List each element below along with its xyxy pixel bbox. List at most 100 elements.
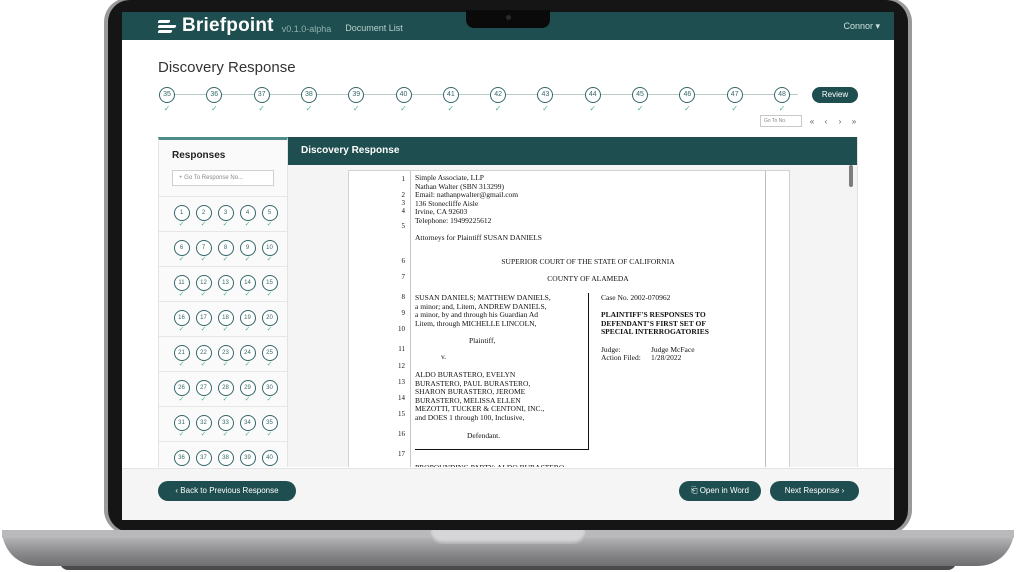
- step-46[interactable]: 46 ✓: [678, 87, 696, 114]
- response-item-11[interactable]: 11 ✓: [173, 275, 190, 299]
- step-47[interactable]: 47 ✓: [726, 87, 744, 114]
- next-response-button[interactable]: Next Response ›: [770, 481, 859, 501]
- check-icon: ✓: [163, 104, 171, 113]
- response-item-8[interactable]: 8 ✓: [217, 240, 234, 264]
- response-item-30[interactable]: 30 ✓: [261, 380, 278, 404]
- response-item-9[interactable]: 9 ✓: [239, 240, 256, 264]
- document-viewer[interactable]: 1 2 3 4 5 6 7 8 9 10 11 12 13 14 15 16 17 Simple Associat…: [288, 165, 857, 467]
- response-item-35[interactable]: 35 ✓: [261, 415, 278, 439]
- response-item-3[interactable]: 3 ✓: [217, 205, 234, 229]
- response-item-33[interactable]: 33 ✓: [217, 415, 234, 439]
- open-in-word-button[interactable]: ⎗ Open in Word: [679, 481, 761, 501]
- court-name: SUPERIOR COURT OF THE STATE OF CALIFORNI…: [501, 257, 675, 266]
- logo[interactable]: Briefpoint v0.1.0-alpha: [157, 15, 331, 37]
- step-number: 42: [490, 87, 507, 103]
- step-45[interactable]: 45 ✓: [631, 87, 649, 114]
- last-page-button[interactable]: »: [850, 117, 858, 126]
- user-menu[interactable]: Connor ▾: [843, 21, 880, 32]
- response-item-36[interactable]: 36✓: [173, 450, 190, 467]
- step-35[interactable]: 35 ✓: [158, 87, 176, 114]
- check-icon: ✓: [352, 104, 360, 113]
- step-39[interactable]: 39 ✓: [347, 87, 365, 114]
- response-item-26[interactable]: 26 ✓: [173, 380, 190, 404]
- back-to-previous-button[interactable]: ‹ Back to Previous Response: [158, 481, 296, 501]
- step-40[interactable]: 40 ✓: [395, 87, 413, 114]
- response-item-22[interactable]: 22 ✓: [195, 345, 212, 369]
- case-number: Case No. 2002-070962: [601, 293, 671, 302]
- response-item-16[interactable]: 16 ✓: [173, 310, 190, 334]
- response-item-24[interactable]: 24 ✓: [239, 345, 256, 369]
- step-number: 41: [442, 87, 459, 103]
- response-item-7[interactable]: 7 ✓: [195, 240, 212, 264]
- response-item-32[interactable]: 32 ✓: [195, 415, 212, 439]
- app-screen: Briefpoint v0.1.0-alpha Document List Co…: [122, 12, 894, 520]
- step-41[interactable]: 41 ✓: [442, 87, 460, 114]
- first-page-button[interactable]: «: [808, 117, 816, 126]
- check-icon: ✓: [210, 104, 218, 113]
- main-header: Discovery Response: [288, 137, 857, 165]
- response-item-12[interactable]: 12 ✓: [195, 275, 212, 299]
- response-item-10[interactable]: 10 ✓: [261, 240, 278, 264]
- step-number: 39: [348, 87, 365, 103]
- defendant-line: and DOES 1 through 100, Inclusive,: [415, 412, 525, 422]
- response-item-25[interactable]: 25 ✓: [261, 345, 278, 369]
- check-icon: ✓: [447, 104, 455, 113]
- response-item-34[interactable]: 34 ✓: [239, 415, 256, 439]
- response-item-38[interactable]: 38✓: [217, 450, 234, 467]
- check-icon: ✓: [222, 361, 229, 368]
- goto-response-input[interactable]: + Go To Response No...: [172, 170, 274, 186]
- response-item-15[interactable]: 15 ✓: [261, 275, 278, 299]
- response-item-13[interactable]: 13 ✓: [217, 275, 234, 299]
- viewer-scrollbar[interactable]: [849, 165, 853, 187]
- response-item-27[interactable]: 27 ✓: [195, 380, 212, 404]
- step-44[interactable]: 44 ✓: [584, 87, 602, 114]
- step-number: 46: [679, 87, 696, 103]
- response-item-39[interactable]: 39✓: [239, 450, 256, 467]
- check-icon: ✓: [244, 291, 251, 298]
- step-38[interactable]: 38 ✓: [300, 87, 318, 114]
- step-43[interactable]: 43 ✓: [536, 87, 554, 114]
- goto-number-input[interactable]: Go To No.: [760, 115, 802, 127]
- response-number: 21: [173, 345, 190, 361]
- response-item-18[interactable]: 18 ✓: [217, 310, 234, 334]
- response-item-21[interactable]: 21 ✓: [173, 345, 190, 369]
- response-item-28[interactable]: 28 ✓: [217, 380, 234, 404]
- response-item-40[interactable]: 40✓: [261, 450, 278, 467]
- response-item-37[interactable]: 37✓: [195, 450, 212, 467]
- content: Discovery Response Review 35 ✓ 36 ✓ 37 ✓ 38 ✓ 39…: [122, 59, 894, 121]
- response-item-23[interactable]: 23 ✓: [217, 345, 234, 369]
- response-item-5[interactable]: 5 ✓: [261, 205, 278, 229]
- check-icon: ✓: [244, 361, 251, 368]
- response-number: 34: [239, 415, 256, 431]
- response-item-31[interactable]: 31 ✓: [173, 415, 190, 439]
- response-item-17[interactable]: 17 ✓: [195, 310, 212, 334]
- response-item-20[interactable]: 20 ✓: [261, 310, 278, 334]
- step-42[interactable]: 42 ✓: [489, 87, 507, 114]
- response-number: 12: [195, 275, 212, 291]
- pager: Go To No. « ‹ › »: [760, 115, 858, 127]
- response-item-1[interactable]: 1 ✓: [173, 205, 190, 229]
- response-item-2[interactable]: 2 ✓: [195, 205, 212, 229]
- check-icon: ✓: [684, 104, 691, 113]
- response-number: 14: [239, 275, 256, 291]
- document-list-link[interactable]: Document List: [345, 23, 403, 33]
- next-page-button[interactable]: ›: [836, 117, 844, 126]
- briefpoint-logo-icon: [157, 19, 177, 33]
- check-icon: ✓: [178, 431, 185, 438]
- step-number: 47: [726, 87, 743, 103]
- response-number: 11: [173, 275, 190, 291]
- step-36[interactable]: 36 ✓: [205, 87, 223, 114]
- review-button[interactable]: Review: [812, 87, 858, 103]
- prev-page-button[interactable]: ‹: [822, 117, 830, 126]
- response-item-19[interactable]: 19 ✓: [239, 310, 256, 334]
- response-item-14[interactable]: 14 ✓: [239, 275, 256, 299]
- response-number: 28: [217, 380, 234, 396]
- plaintiff-line: a minor, by and through his Guardian Ad: [415, 310, 539, 319]
- response-item-29[interactable]: 29 ✓: [239, 380, 256, 404]
- step-48[interactable]: 48 ✓: [773, 87, 791, 114]
- check-icon: ✓: [200, 431, 207, 438]
- check-icon: ✓: [261, 466, 278, 467]
- response-item-4[interactable]: 4 ✓: [239, 205, 256, 229]
- response-item-6[interactable]: 6 ✓: [173, 240, 190, 264]
- step-37[interactable]: 37 ✓: [253, 87, 271, 114]
